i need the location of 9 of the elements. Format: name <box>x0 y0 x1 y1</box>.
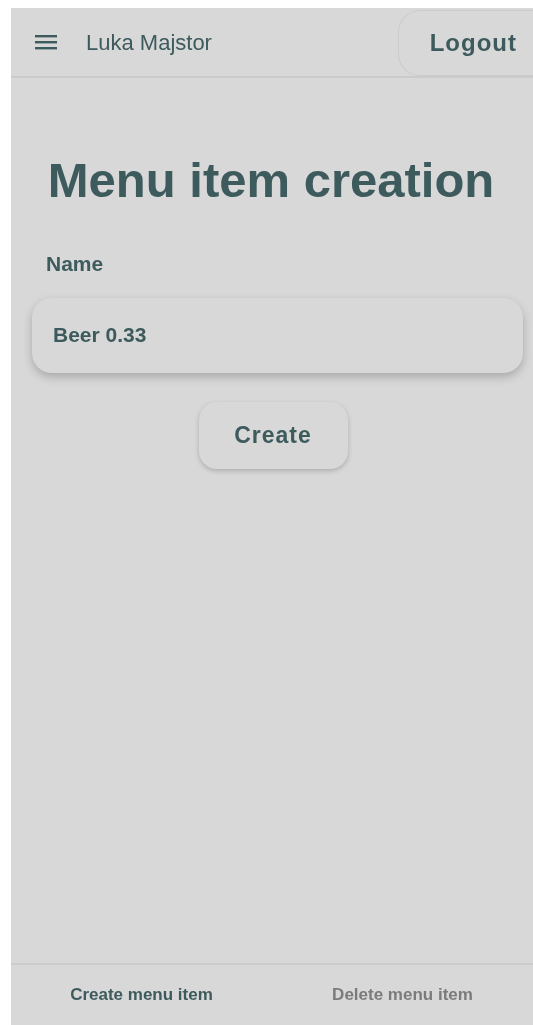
bottom-tab[interactable]: Delete menu item <box>272 965 533 1025</box>
menu-icon[interactable] <box>35 34 57 50</box>
logout-button[interactable]: Logout <box>397 10 533 76</box>
name-label: Name <box>46 251 104 277</box>
bottom-tab[interactable]: Create menu item <box>11 965 272 1025</box>
user-name: Luka Majstor <box>86 28 212 57</box>
page-title: Menu item creation <box>46 152 496 209</box>
name-field[interactable]: Beer 0.33 <box>32 297 523 373</box>
create-button[interactable]: Create <box>198 401 348 469</box>
